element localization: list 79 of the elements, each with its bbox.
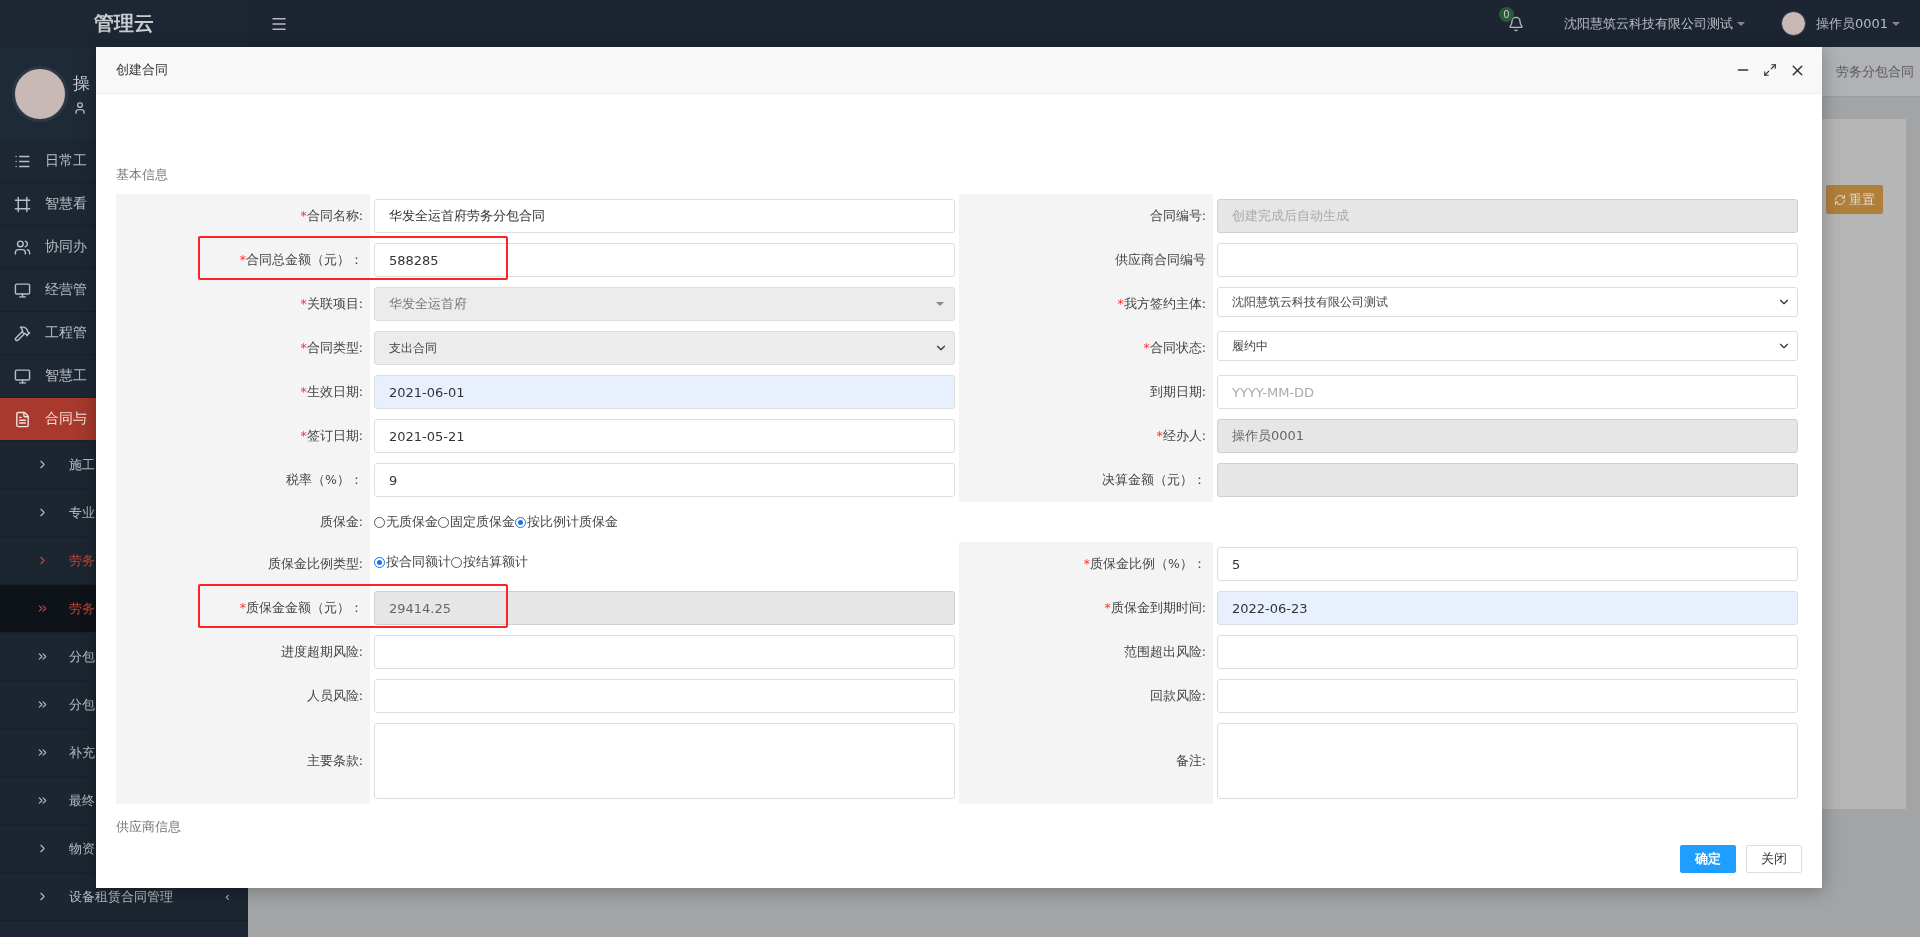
submenu-indicator: ‹: [224, 889, 230, 904]
field-label: *我方签约主体:: [1117, 295, 1206, 313]
caret-icon: [1892, 21, 1900, 26]
section-title: 供应商信息: [116, 818, 182, 836]
field-label: *生效日期:: [300, 383, 363, 401]
field-label: *合同名称:: [300, 207, 363, 225]
section-title: 基本信息: [116, 166, 169, 184]
field-label: 范围超出风险:: [1123, 643, 1206, 661]
field-label: *关联项目:: [300, 295, 363, 313]
text-field[interactable]: [374, 679, 955, 713]
double-chevron-icon: [36, 650, 49, 663]
text-field[interactable]: [374, 635, 955, 669]
text-field[interactable]: 5: [1217, 547, 1798, 581]
text-field[interactable]: 2021-06-01: [374, 375, 955, 409]
close-button[interactable]: 关闭: [1746, 845, 1802, 873]
company-dropdown[interactable]: 沈阳慧筑云科技有限公司测试: [1563, 14, 1745, 33]
field-label: *签订日期:: [300, 427, 363, 445]
text-field[interactable]: 588285: [374, 243, 955, 277]
field-label: 质保金比例类型:: [267, 555, 363, 573]
radio-option[interactable]: 按结算额计: [451, 553, 528, 571]
field-label: 合同编号:: [1149, 207, 1206, 225]
radio-option[interactable]: 按合同额计: [374, 553, 451, 571]
select-field[interactable]: 沈阳慧筑云科技有限公司测试: [1217, 287, 1798, 317]
radio-option[interactable]: 固定质保金: [438, 513, 515, 531]
text-field[interactable]: 2022-06-23: [1217, 591, 1798, 625]
field-label: *质保金比例（%）：: [1083, 555, 1206, 573]
field-label: *经办人:: [1156, 427, 1206, 445]
text-field[interactable]: [1217, 243, 1798, 277]
notification-count: 0: [1498, 6, 1514, 22]
caret-icon: [1736, 21, 1745, 26]
radio-option[interactable]: 按比例计质保金: [515, 513, 618, 531]
double-chevron-icon: [36, 746, 49, 759]
text-field[interactable]: 2021-05-21: [374, 419, 955, 453]
text-field[interactable]: [1217, 635, 1798, 669]
refresh-icon: [1834, 193, 1846, 206]
field-label: 质保金:: [319, 513, 363, 531]
radio-icon[interactable]: [438, 516, 449, 528]
double-chevron-icon: [36, 794, 49, 807]
logo-text: 管理云: [93, 10, 155, 37]
field-label: *质保金到期时间:: [1104, 599, 1206, 617]
field-label: *质保金金额（元）：: [239, 599, 363, 617]
double-chevron-icon: [36, 602, 49, 615]
select-field[interactable]: 履约中: [1217, 331, 1798, 361]
text-field[interactable]: [1217, 679, 1798, 713]
field-label: 决算金额（元）：: [1102, 471, 1206, 489]
user-icon: [73, 101, 87, 115]
radio-icon[interactable]: [374, 516, 385, 528]
caret-icon: [936, 302, 944, 306]
field-label: 回款风险:: [1149, 687, 1206, 705]
field-label: 进度超期风险:: [280, 643, 363, 661]
field-label: *合同总金额（元）：: [239, 251, 363, 269]
radio-icon[interactable]: [515, 516, 526, 528]
radio-option[interactable]: 无质保金: [374, 513, 438, 531]
user-dropdown[interactable]: 操作员0001: [1815, 14, 1900, 33]
dialog-title: 创建合同: [116, 61, 169, 79]
monitor-icon: [14, 367, 31, 385]
users-icon: [14, 238, 31, 256]
monitor-icon: [14, 281, 31, 299]
avatar: [1780, 11, 1806, 36]
hammer-icon: [14, 324, 31, 342]
radio-icon[interactable]: [374, 556, 385, 568]
maximize-icon[interactable]: [1763, 63, 1777, 77]
field-label: 税率（%）：: [286, 471, 363, 489]
field-label: 主要条款:: [306, 752, 363, 770]
double-chevron-icon: [36, 698, 49, 711]
field-label: 供应商合同编号: [1115, 251, 1206, 269]
field-label: 到期日期:: [1149, 383, 1206, 401]
field-label: *合同类型:: [300, 339, 363, 357]
document-icon: [14, 410, 31, 428]
field-label: *合同状态:: [1143, 339, 1206, 357]
textarea-field[interactable]: [374, 723, 955, 799]
field-label: 备注:: [1175, 752, 1206, 770]
radio-icon[interactable]: [451, 556, 462, 568]
text-field[interactable]: 华发全运首府劳务分包合同: [374, 199, 955, 233]
bell-icon[interactable]: [1507, 15, 1524, 32]
text-field[interactable]: 9: [374, 463, 955, 497]
textarea-field[interactable]: [1217, 723, 1798, 799]
user-name: 操: [73, 72, 90, 95]
field-label: 人员风险:: [306, 687, 363, 705]
